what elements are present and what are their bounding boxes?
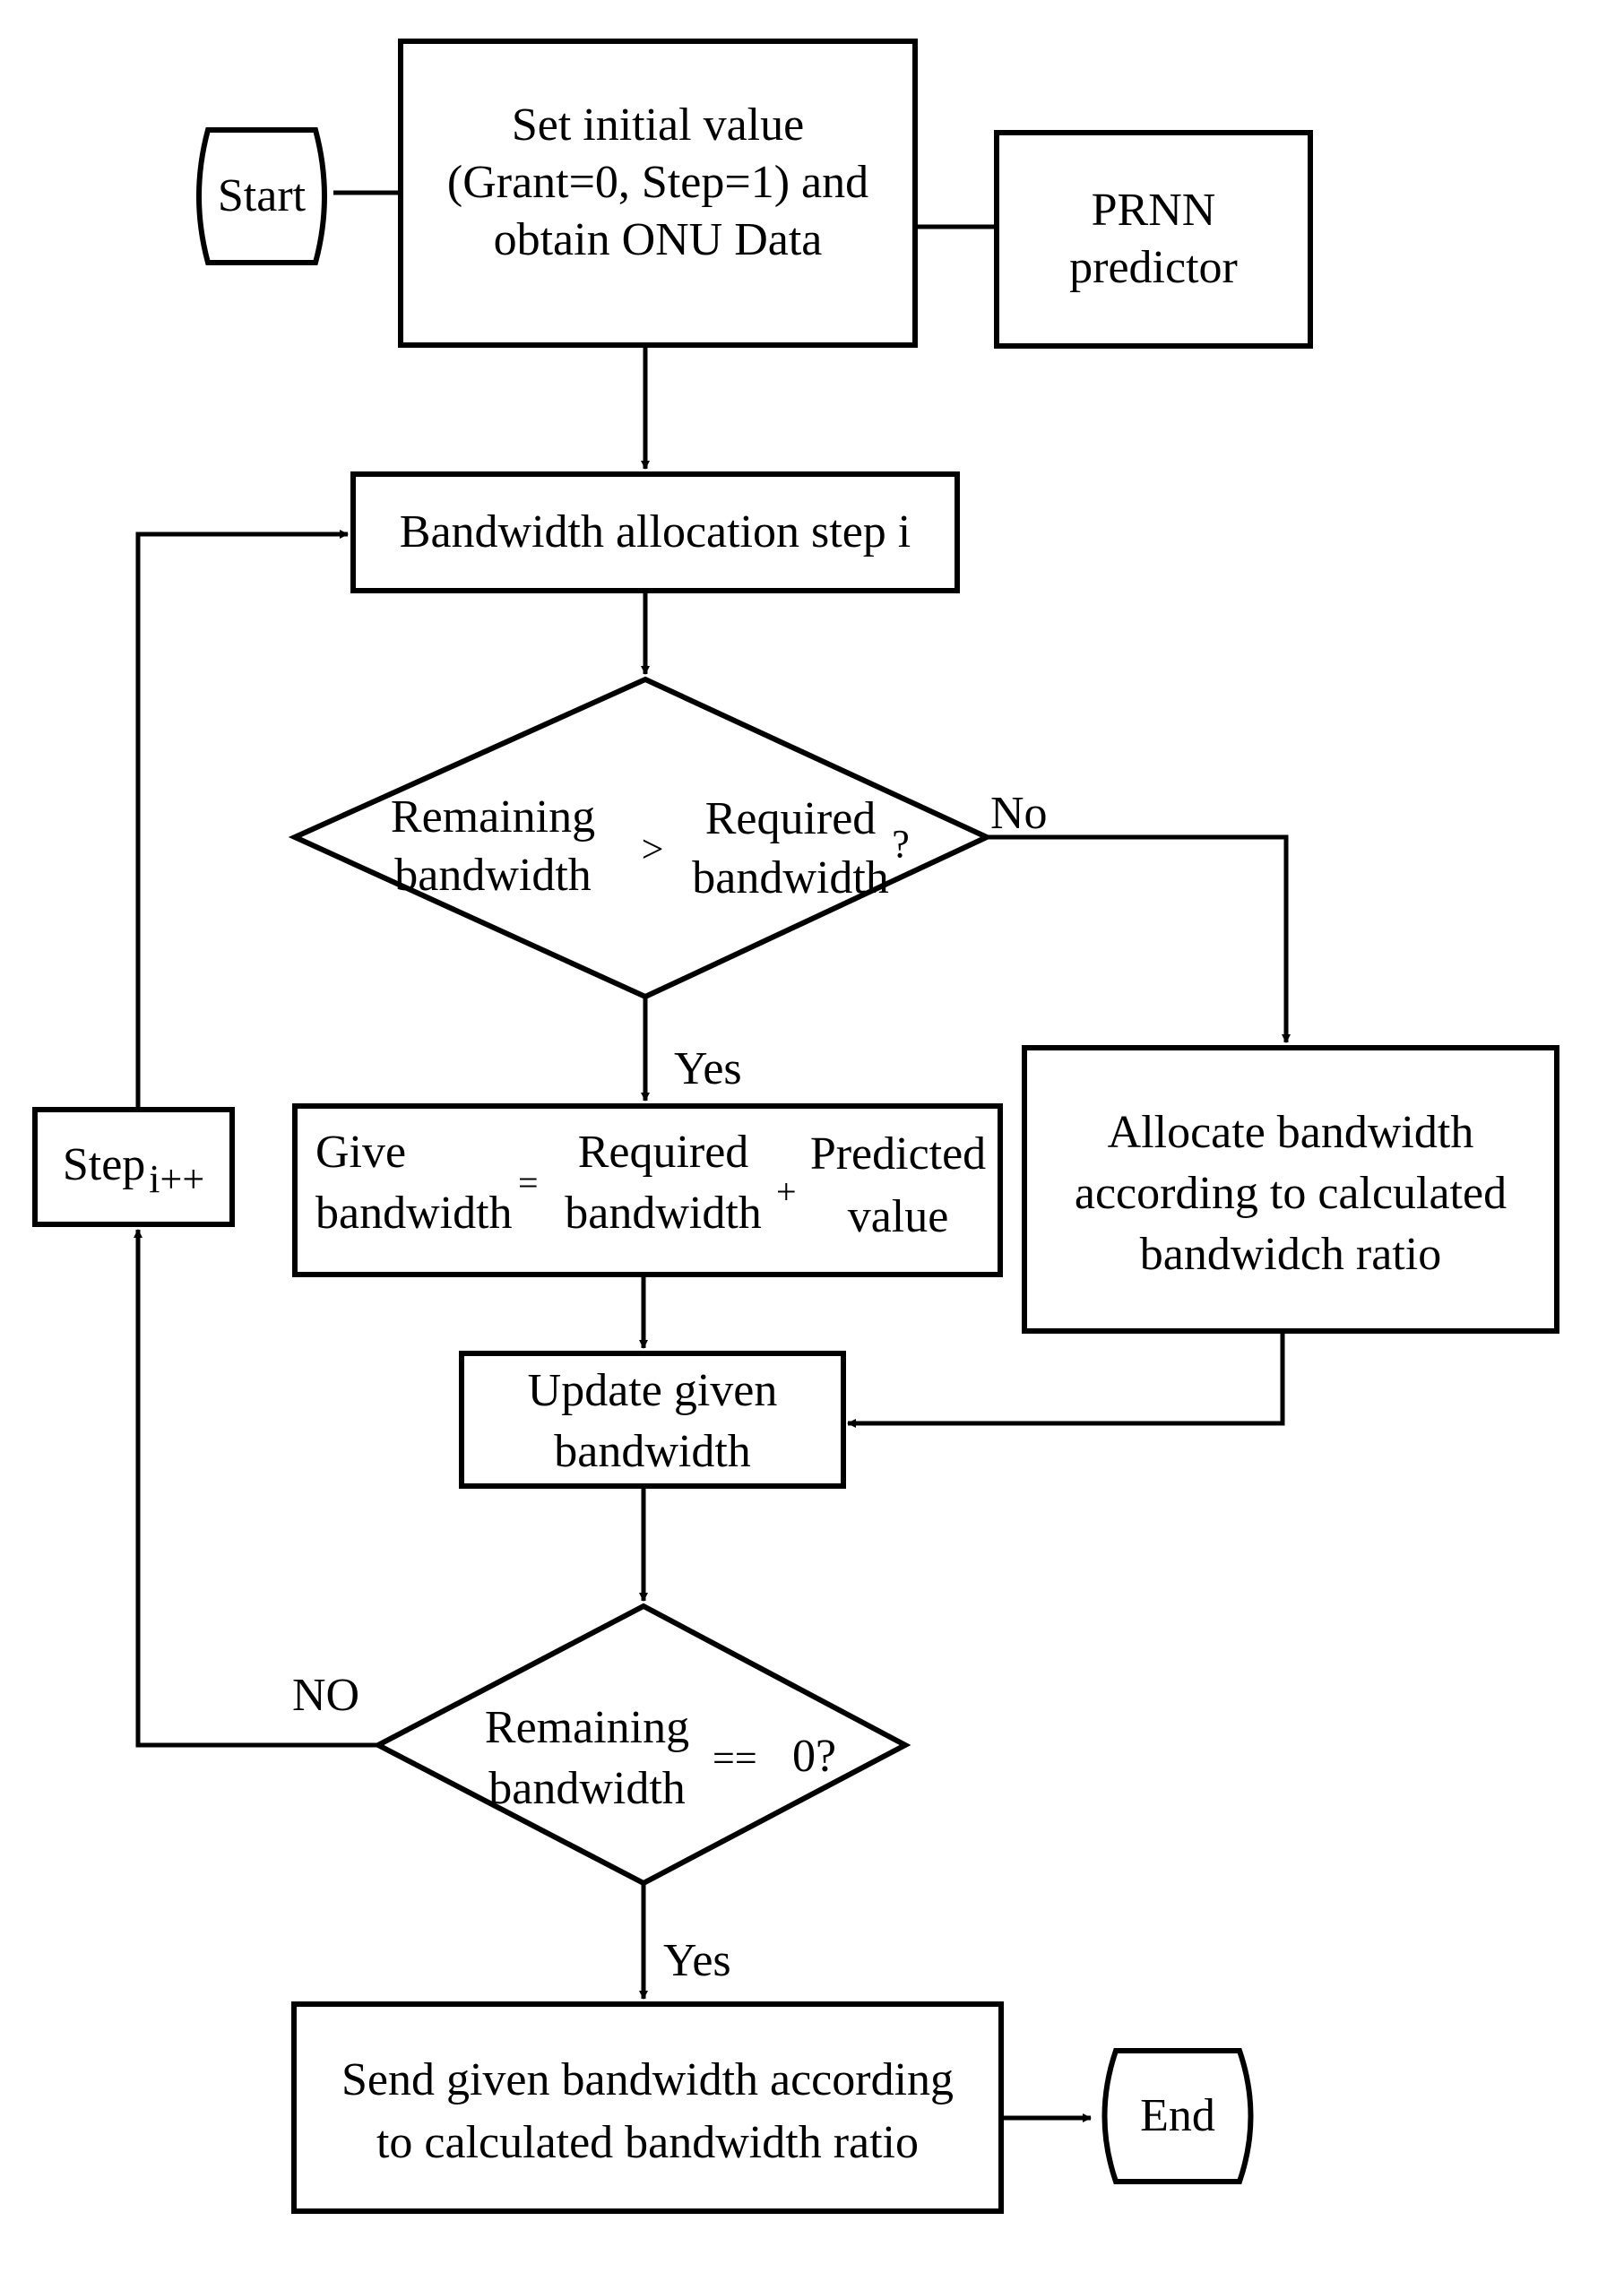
end-label: End	[1140, 2090, 1215, 2141]
step-inc-base: Step	[62, 1139, 146, 1190]
step-inc-subscript: i++	[149, 1157, 205, 1201]
edge-step-allocstep	[135, 530, 349, 1110]
allocate-ratio-line-2: according to calculated	[1074, 1168, 1507, 1219]
init-line-2: (Grant=0, Step=1) and	[446, 157, 869, 208]
decision2-right: 0?	[792, 1731, 837, 1782]
allocate-ratio-line-3: bandwidch ratio	[1139, 1229, 1442, 1280]
decision1-question: ?	[892, 822, 910, 866]
update-line-2: bandwidth	[554, 1426, 751, 1477]
init-line-3: obtain ONU Data	[493, 214, 823, 265]
start-label: Start	[217, 170, 307, 221]
decision2-left-line-2: bandwidth	[488, 1763, 686, 1814]
prnn-line-1: PRNN	[1091, 185, 1216, 236]
update-line-1: Update given	[527, 1365, 778, 1416]
prnn-line-2: predictor	[1069, 242, 1238, 293]
allocate-ratio-text: Allocate bandwidth according to calculat…	[1024, 1102, 1557, 1285]
send-line-2: to calculated bandwidth ratio	[376, 2117, 919, 2168]
decision1-right-line-2: bandwidth	[692, 852, 889, 903]
decision2-no-label: NO	[292, 1670, 360, 1721]
give-right-line-1: Predicted	[809, 1128, 987, 1180]
edge-allocate-update	[847, 1331, 1285, 1428]
decision1-right-line-1: Required	[704, 793, 877, 844]
decision2-op: ==	[713, 1736, 757, 1780]
decision1-left-line-1: Remaining	[390, 791, 596, 843]
give-right-line-2: value	[847, 1191, 949, 1242]
give-plus: +	[776, 1171, 797, 1212]
decision1-no-label: No	[990, 788, 1048, 839]
edge-decision1-no	[987, 834, 1291, 1043]
decision2-left-line-1: Remaining	[484, 1702, 690, 1753]
alloc-step-label: Bandwidth allocation step i	[399, 506, 911, 557]
give-mid-line-2: bandwidth	[565, 1188, 762, 1239]
decision1-yes-label: Yes	[674, 1043, 742, 1094]
step-inc-text: Stepi++	[35, 1136, 232, 1201]
send-text: Send given bandwidth according to calcul…	[294, 2049, 1001, 2174]
decision2-yes-label: Yes	[663, 1935, 731, 1986]
prnn-text: PRNN predictor	[997, 182, 1310, 297]
decision1-left-line-2: bandwidth	[394, 850, 592, 901]
send-line-1: Send given bandwidth according	[341, 2054, 955, 2105]
give-equals: =	[518, 1162, 539, 1203]
init-line-1: Set initial value	[511, 99, 805, 151]
give-mid-line-1: Required	[577, 1127, 749, 1178]
decision1-op: >	[641, 827, 664, 871]
update-text: Update given bandwidth	[462, 1361, 843, 1482]
init-text: Set initial value (Grant=0, Step=1) and …	[401, 97, 915, 269]
give-left-line-2: bandwidth	[315, 1188, 513, 1239]
edge-decision2-no	[134, 1229, 378, 1748]
allocate-ratio-line-1: Allocate bandwidth	[1107, 1107, 1474, 1158]
give-left-line-1: Give	[315, 1127, 407, 1178]
